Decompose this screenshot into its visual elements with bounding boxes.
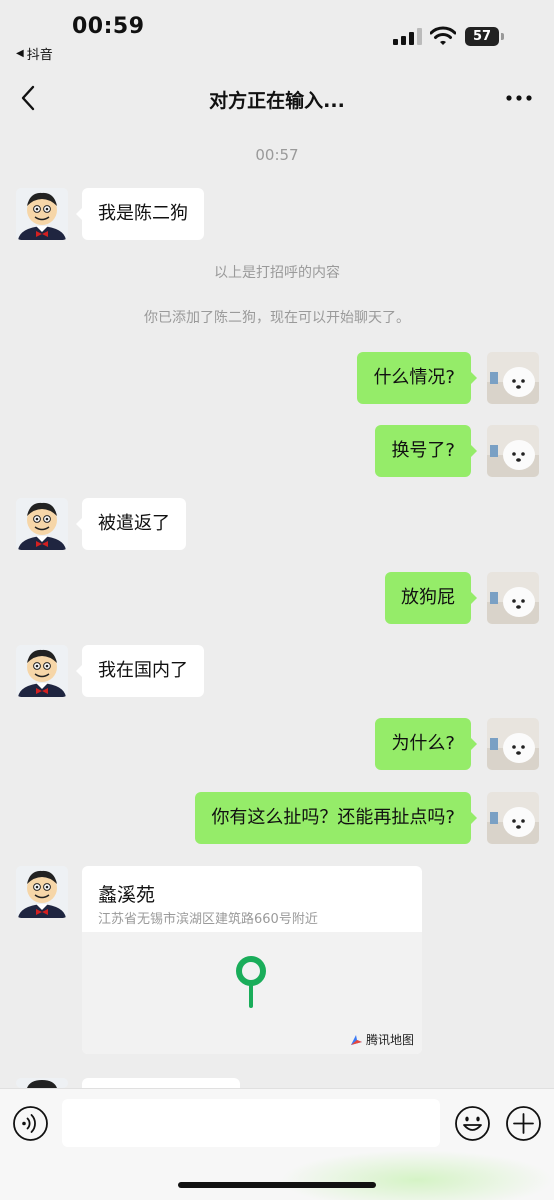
battery-icon: 57 xyxy=(465,27,499,46)
contact-avatar[interactable] xyxy=(16,1078,68,1088)
outgoing-message-bubble[interactable]: 换号了? xyxy=(375,425,477,477)
voice-input-icon[interactable] xyxy=(12,1105,49,1142)
incoming-message-bubble[interactable]: 我是陈二狗 xyxy=(76,188,204,240)
contact-avatar[interactable] xyxy=(16,866,68,918)
more-functions-plus-icon[interactable] xyxy=(505,1105,542,1142)
location-message-card[interactable]: 蠡溪苑 江苏省无锡市滨湖区建筑路660号附近 腾讯地图 xyxy=(82,866,422,1054)
contact-avatar[interactable] xyxy=(16,188,68,240)
battery-tip xyxy=(501,33,504,40)
wifi-icon xyxy=(430,26,456,45)
home-indicator[interactable] xyxy=(178,1182,376,1188)
emoji-icon[interactable] xyxy=(454,1105,491,1142)
location-address: 江苏省无锡市滨湖区建筑路660号附近 xyxy=(98,912,318,927)
incoming-message-bubble[interactable]: 我在国内了 xyxy=(76,645,204,697)
map-brand: 腾讯地图 xyxy=(349,1031,414,1048)
contact-avatar[interactable] xyxy=(16,498,68,550)
chat-title: 对方正在输入... xyxy=(209,90,345,112)
back-to-app-link[interactable]: ◀ 抖音 xyxy=(16,44,53,63)
contact-avatar[interactable] xyxy=(16,645,68,697)
location-map-preview[interactable]: 腾讯地图 xyxy=(82,932,422,1054)
my-avatar[interactable] xyxy=(487,425,539,477)
message-input[interactable] xyxy=(62,1099,440,1147)
cellular-signal-icon xyxy=(393,28,423,45)
my-avatar[interactable] xyxy=(487,792,539,844)
back-app-label: 抖音 xyxy=(26,48,53,63)
outgoing-message-bubble[interactable]: 为什么? xyxy=(375,718,477,770)
outgoing-message-bubble[interactable]: 什么情况? xyxy=(357,352,477,404)
back-triangle-icon: ◀ xyxy=(16,48,24,59)
my-avatar[interactable] xyxy=(487,572,539,624)
map-pin-icon xyxy=(236,956,266,1008)
location-name: 蠡溪苑 xyxy=(98,884,156,906)
my-avatar[interactable] xyxy=(487,352,539,404)
outgoing-message-bubble[interactable]: 放狗屁 xyxy=(385,572,477,624)
system-notice-greeting: 以上是打招呼的内容 xyxy=(214,265,340,281)
message-timestamp: 00:57 xyxy=(255,146,299,164)
system-notice-friend-added: 你已添加了陈二狗，现在可以开始聊天了。 xyxy=(144,310,410,326)
keyboard-glow-decoration xyxy=(280,1150,554,1200)
status-time: 00:59 xyxy=(72,14,145,39)
map-brand-label: 腾讯地图 xyxy=(365,1033,414,1047)
my-avatar[interactable] xyxy=(487,718,539,770)
status-bar: 00:59 ◀ 抖音 57 xyxy=(0,0,554,70)
outgoing-message-bubble[interactable]: 你有这么扯吗？还能再扯点吗? xyxy=(195,792,477,844)
incoming-message-bubble[interactable]: 被遣返了 xyxy=(76,498,186,550)
chat-header: 对方正在输入... xyxy=(0,70,554,128)
more-options-icon[interactable] xyxy=(504,86,534,110)
tencent-map-logo-icon xyxy=(350,1034,362,1045)
